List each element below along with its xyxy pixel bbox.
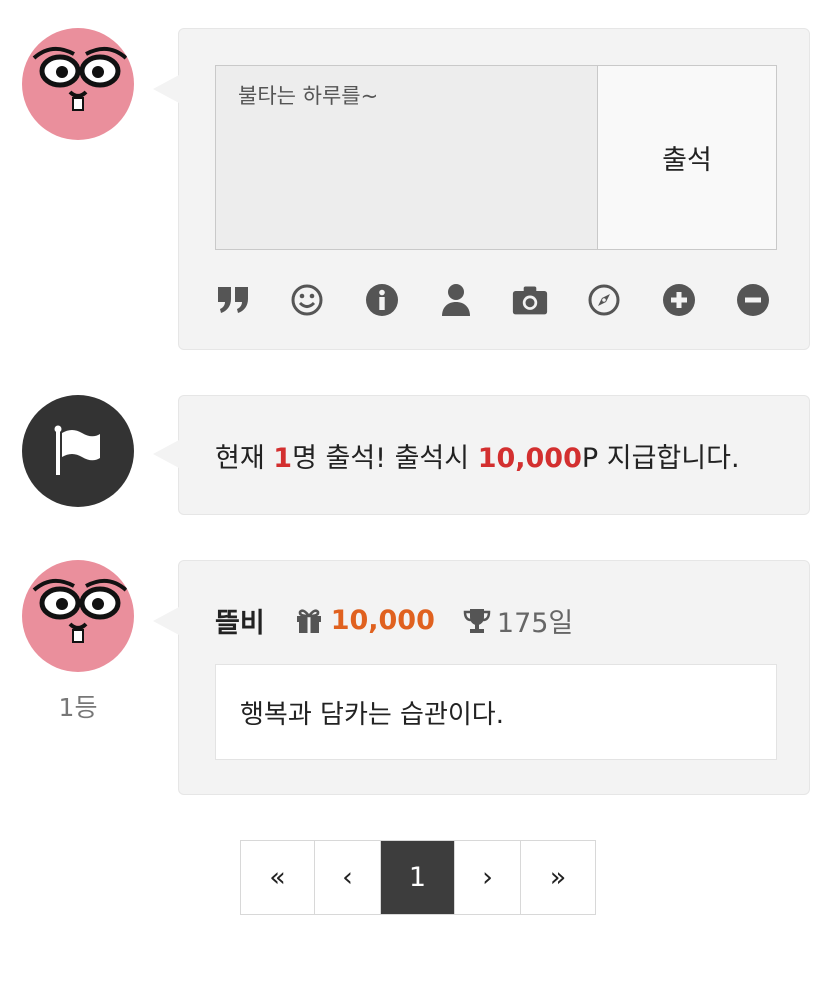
user-icon[interactable] <box>438 282 474 318</box>
checkin-count: 1 <box>273 443 293 474</box>
checkin-submit-button[interactable]: 출석 <box>598 66 776 249</box>
checkin-form-card: 불타는 하루를~ 출석 <box>153 28 810 350</box>
entry-username[interactable]: 뜰비 <box>215 601 265 640</box>
flag-icon <box>54 425 100 475</box>
entry-avatar <box>22 560 134 672</box>
icon-toolbar <box>215 282 771 318</box>
current-page-button[interactable]: 1 <box>381 841 455 914</box>
checkin-notice: 현재 1명 출석! 출석시 10,000P 지급합니다. <box>215 436 740 475</box>
info-icon[interactable] <box>364 282 400 318</box>
entry-points: 10,000 <box>330 605 435 636</box>
notice-suffix: P 지급합니다. <box>581 443 740 474</box>
plus-circle-icon[interactable] <box>661 282 697 318</box>
memo-input[interactable]: 불타는 하루를~ <box>216 66 598 249</box>
first-page-button[interactable]: « <box>241 841 315 914</box>
entry-meta: 뜰비 10,000 175일 <box>215 601 573 640</box>
entry-days: 175일 <box>496 608 574 639</box>
notice-middle: 명 출석! 출석시 <box>292 443 478 474</box>
notice-prefix: 현재 <box>215 443 274 474</box>
notice-avatar <box>22 395 134 507</box>
quote-icon[interactable] <box>215 282 251 318</box>
notice-card: 현재 1명 출석! 출석시 10,000P 지급합니다. <box>153 395 810 515</box>
entry-rank: 1등 <box>58 693 98 722</box>
smiley-icon[interactable] <box>289 282 325 318</box>
minus-circle-icon[interactable] <box>735 282 771 318</box>
trophy-icon <box>463 608 491 633</box>
entry-message: 행복과 담카는 습관이다. <box>215 664 777 760</box>
next-page-button[interactable]: › <box>455 841 521 914</box>
camera-icon[interactable] <box>512 282 548 318</box>
entry-days-group: 175일 <box>463 601 573 640</box>
entry-card: 뜰비 10,000 175일 행복과 담카는 습관이다. <box>153 560 810 795</box>
reward-points: 10,000 <box>477 443 582 474</box>
checkin-input-row: 불타는 하루를~ 출석 <box>215 65 777 250</box>
user-avatar <box>22 28 134 140</box>
entry-points-group: 10,000 <box>295 605 435 636</box>
last-page-button[interactable]: » <box>521 841 595 914</box>
compass-icon[interactable] <box>586 282 622 318</box>
prev-page-button[interactable]: ‹ <box>315 841 381 914</box>
gift-icon <box>296 608 321 633</box>
pagination: « ‹ 1 › » <box>240 840 596 915</box>
